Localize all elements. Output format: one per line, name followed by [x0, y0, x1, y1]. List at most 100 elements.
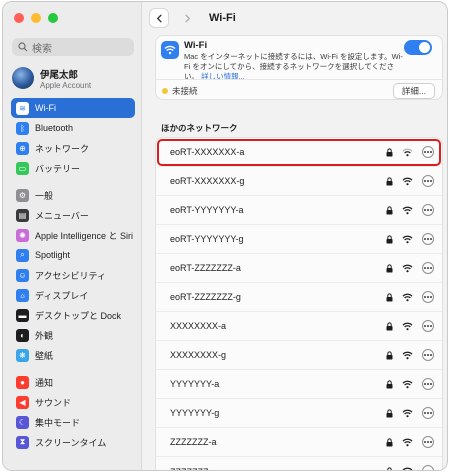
sidebar-item-menubar[interactable]: ▤ メニューバー [11, 205, 135, 225]
network-row[interactable]: eoRT-YYYYYYY-a [156, 196, 442, 225]
more-options-button[interactable] [422, 291, 434, 303]
sidebar-item-magnifier[interactable]: ⌕ Spotlight [11, 245, 135, 265]
more-options-button[interactable] [422, 378, 434, 390]
sidebar-item-gear[interactable]: ⚙ 一般 [11, 185, 135, 205]
wifi-signal-icon [402, 206, 413, 214]
network-row[interactable]: XXXXXXXX-g [156, 341, 442, 370]
chevron-left-icon [156, 13, 162, 23]
main-content: Wi-Fi Wi-Fi Mac をインターネットに接続するには、Wi-Fi を設… [143, 2, 447, 470]
close-window-button[interactable] [14, 13, 24, 23]
network-name: ZZZZZZZ-g [170, 467, 217, 471]
sidebar-item-bluetooth[interactable]: ᛒ Bluetooth [11, 118, 135, 138]
wifi-card: Wi-Fi Mac をインターネットに接続するには、Wi-Fi を設定します。W… [155, 35, 443, 100]
wifi-icon [161, 41, 179, 59]
network-row[interactable]: YYYYYYY-g [156, 399, 442, 428]
network-name: eoRT-ZZZZZZZ-g [170, 292, 241, 302]
wifi-signal-icon [402, 409, 413, 417]
search-input[interactable]: 検索 [12, 38, 134, 56]
more-options-button[interactable] [422, 436, 434, 448]
search-placeholder: 検索 [32, 43, 52, 55]
sidebar-item-siri[interactable]: ✺ Apple Intelligence と Siri [11, 225, 135, 245]
accessibility-icon: ☺ [16, 268, 29, 282]
wifi-signal-icon [402, 380, 413, 388]
account-name: 伊尾太郎 [40, 69, 79, 81]
dock-icon: ▬ [16, 308, 29, 322]
window-controls [14, 13, 58, 23]
details-button[interactable]: 詳細... [392, 83, 435, 99]
wifi-signal-icon [402, 467, 413, 470]
network-row[interactable]: YYYYYYY-a [156, 370, 442, 399]
network-name: eoRT-XXXXXXX-a [170, 147, 245, 157]
more-options-button[interactable] [422, 175, 434, 187]
speaker-icon: ◀ [16, 395, 29, 409]
more-options-button[interactable] [422, 262, 434, 274]
more-options-button[interactable] [422, 204, 434, 216]
zoom-window-button[interactable] [48, 13, 58, 23]
sidebar-item-label: Spotlight [35, 250, 71, 260]
sidebar-item-sun[interactable]: ☼ ディスプレイ [11, 285, 135, 305]
more-options-button[interactable] [422, 349, 434, 361]
more-options-button[interactable] [422, 407, 434, 419]
lock-icon [386, 176, 393, 185]
sidebar-item-label: メニューバー [35, 210, 89, 221]
siri-icon: ✺ [16, 228, 29, 242]
battery-icon: ▭ [16, 161, 29, 175]
sidebar-item-appearance[interactable]: ◐ 外観 [11, 325, 135, 345]
network-name: YYYYYYY-a [170, 379, 220, 389]
sidebar: 検索 伊尾太郎 Apple Account ≋ Wi-Fi ᛒ Bluetooth ⊕ ネ… [3, 2, 142, 470]
network-row[interactable]: ZZZZZZZ-a [156, 428, 442, 457]
more-options-button[interactable] [422, 146, 434, 158]
sidebar-item-label: 集中モード [35, 417, 81, 428]
network-row[interactable]: eoRT-XXXXXXX-g [156, 167, 442, 196]
minimize-window-button[interactable] [31, 13, 41, 23]
more-options-button[interactable] [422, 233, 434, 245]
network-name: eoRT-YYYYYYY-g [170, 234, 244, 244]
lock-icon [386, 437, 393, 446]
lock-icon [386, 147, 393, 156]
sidebar-item-label: 一般 [35, 190, 54, 201]
sidebar-item-globe[interactable]: ⊕ ネットワーク [11, 138, 135, 158]
sidebar-item-label: ネットワーク [35, 143, 90, 154]
more-options-button[interactable] [422, 320, 434, 332]
sidebar-item-label: ディスプレイ [35, 290, 89, 301]
network-row[interactable]: eoRT-ZZZZZZZ-a [156, 254, 442, 283]
wifi-description: Mac をインターネットに接続するには、Wi-Fi を設定します。Wi-Fi を… [184, 52, 404, 82]
sidebar-item-bell[interactable]: ● 通知 [11, 372, 135, 392]
gear-icon: ⚙ [16, 188, 29, 202]
network-name: eoRT-ZZZZZZZ-a [170, 263, 241, 273]
apple-account[interactable]: 伊尾太郎 Apple Account [12, 64, 137, 92]
sidebar-item-moon[interactable]: ☾ 集中モード [11, 412, 135, 432]
network-row[interactable]: eoRT-ZZZZZZZ-g [156, 283, 442, 312]
sidebar-item-accessibility[interactable]: ☺ アクセシビリティ [11, 265, 135, 285]
lock-icon [386, 292, 393, 301]
network-row[interactable]: eoRT-XXXXXXX-a [156, 138, 442, 167]
chevron-right-icon [184, 13, 190, 23]
sidebar-item-dock[interactable]: ▬ デスクトップと Dock [11, 305, 135, 325]
lock-icon [386, 350, 393, 359]
globe-icon: ⊕ [16, 141, 29, 155]
sidebar-item-wifi[interactable]: ≋ Wi-Fi [11, 98, 135, 118]
wifi-signal-icon [402, 293, 413, 301]
wifi-toggle[interactable] [404, 40, 432, 55]
wifi-signal-icon [402, 351, 413, 359]
sidebar-item-wallpaper[interactable]: ❋ 壁紙 [11, 345, 135, 365]
wifi-signal-icon [402, 264, 413, 272]
wifi-status: 未接続 [172, 85, 198, 96]
sidebar-item-label: Apple Intelligence と Siri [35, 230, 134, 241]
back-button[interactable] [149, 8, 169, 28]
bluetooth-icon: ᛒ [16, 121, 29, 135]
wifi-signal-icon [402, 322, 413, 330]
network-row[interactable]: XXXXXXXX-a [156, 312, 442, 341]
page-title: Wi-Fi [209, 12, 236, 24]
network-row[interactable]: ZZZZZZZ-g [156, 457, 442, 471]
sidebar-item-battery[interactable]: ▭ バッテリー [11, 158, 135, 178]
lock-icon [386, 263, 393, 272]
wallpaper-icon: ❋ [16, 348, 29, 362]
sidebar-item-hourglass[interactable]: ⧗ スクリーンタイム [11, 432, 135, 452]
lock-icon [386, 234, 393, 243]
sidebar-item-speaker[interactable]: ◀ サウンド [11, 392, 135, 412]
forward-button[interactable] [177, 8, 197, 28]
bell-icon: ● [16, 375, 29, 389]
more-options-button[interactable] [422, 465, 434, 470]
network-row[interactable]: eoRT-YYYYYYY-g [156, 225, 442, 254]
